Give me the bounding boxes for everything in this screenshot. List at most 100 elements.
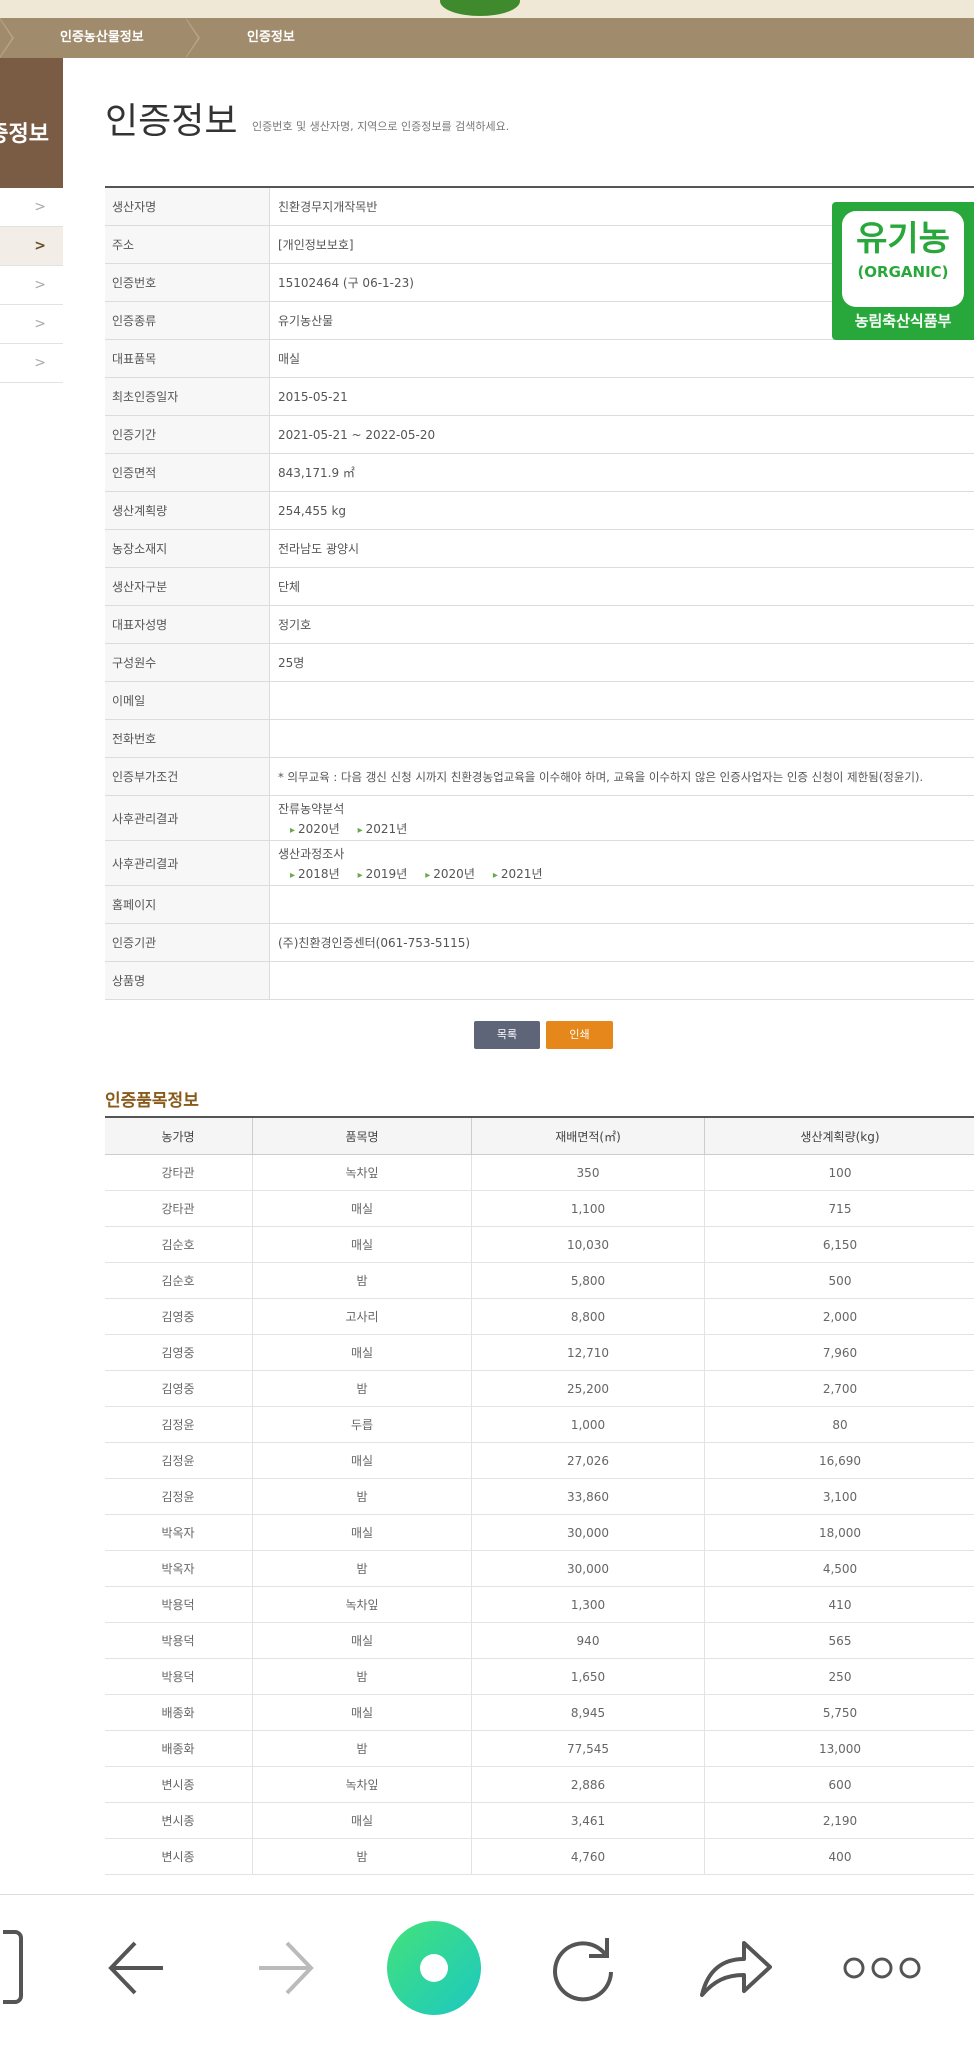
info-value [278,720,974,757]
table-cell: 강타관 [161,1202,195,1216]
table-cell: 매실 [252,1803,471,1838]
table-cell: 100 [704,1155,974,1190]
badge-inner: 유기농 (ORGANIC) [842,211,964,307]
table-cell: 16,690 [704,1443,974,1478]
table-cell: 변시종 [161,1814,195,1828]
table-cell: 김정윤 [161,1490,195,1504]
table-cell: 박용덕 [161,1670,195,1684]
list-button[interactable]: 목록 [474,1021,540,1049]
breadcrumb-item-level1[interactable]: 인증농산물정보 [60,18,144,58]
info-label: 대표자성명 [105,606,270,643]
table-cell: 밤 [252,1659,471,1694]
info-row-email: 이메일 [105,682,974,720]
info-value [278,962,974,999]
year-link[interactable]: 2018년 [290,867,340,881]
info-label: 주소 [105,226,270,263]
table-cell: 3,461 [471,1803,704,1838]
info-label: 이메일 [105,682,270,719]
back-arrow-icon[interactable] [98,1923,174,2013]
table-cell: 강타관 [161,1166,195,1180]
table-cell: 박용덕 [161,1634,195,1648]
share-icon[interactable] [696,1923,776,2013]
year-link[interactable]: 2020년 [425,867,475,881]
table-cell: 33,860 [471,1479,704,1514]
breadcrumb-item-level2[interactable]: 인증정보 [247,18,295,58]
info-value: * 의무교육 : 다음 갱신 신청 시까지 친환경농업교육을 이수해야 하며, … [278,769,924,784]
table-cell: 350 [471,1155,704,1190]
items-section-title: 인증품목정보 [105,1091,199,1111]
reload-icon[interactable] [545,1923,621,2013]
info-value: 843,171.9 ㎡ [278,466,355,480]
forward-arrow-icon[interactable] [248,1923,324,2013]
table-cell: 400 [704,1839,974,1874]
table-cell: 두릅 [252,1407,471,1442]
info-label: 상품명 [105,962,270,999]
table-cell: 30,000 [471,1551,704,1586]
table-cell: 김순호 [161,1238,195,1252]
table-cell: 5,750 [704,1695,974,1730]
table-row: 김정윤 매실 27,026 16,690 [105,1443,974,1479]
table-cell: 박옥자 [161,1562,195,1576]
table-cell: 밤 [252,1551,471,1586]
info-label: 전화번호 [105,720,270,757]
table-cell: 매실 [252,1443,471,1478]
info-value: 정기호 [278,618,312,632]
year-link[interactable]: 2019년 [358,867,408,881]
year-link[interactable]: 2021년 [358,822,408,836]
sidebar-title: 인증정보 [0,58,63,188]
more-icon[interactable] [840,1923,924,2013]
table-row: 박옥자 밤 30,000 4,500 [105,1551,974,1587]
post-management-title: 잔류농약분석 [278,801,345,816]
table-row: 박용덕 밤 1,650 250 [105,1659,974,1695]
info-row-plan: 생산계획량 254,455 kg [105,492,974,530]
organic-cert-badge: 유기농 (ORGANIC) 농림축산식품부 [832,202,974,340]
table-cell: 변시종 [161,1778,195,1792]
year-link[interactable]: 2020년 [290,822,340,836]
table-cell: 13,000 [704,1731,974,1766]
leaf-decoration [440,0,520,16]
table-row: 박옥자 매실 30,000 18,000 [105,1515,974,1551]
table-cell: 매실 [252,1191,471,1226]
breadcrumb: 인증농산물정보 인증정보 [0,18,974,58]
table-cell: 18,000 [704,1515,974,1550]
column-header-area: 재배면적(㎡) [471,1118,704,1154]
table-cell: 2,000 [704,1299,974,1334]
table-row: 배종화 밤 77,545 13,000 [105,1731,974,1767]
table-cell: 715 [704,1191,974,1226]
info-row-product: 상품명 [105,962,974,1000]
info-label: 인증기간 [105,416,270,453]
table-cell: 6,150 [704,1227,974,1262]
sidebar-item[interactable]: > [0,188,63,227]
table-cell: 김영중 [161,1310,195,1324]
sidebar-item[interactable]: > [0,266,63,305]
sidebar-item[interactable]: > [0,344,63,383]
table-row: 김정윤 밤 33,860 3,100 [105,1479,974,1515]
tabs-icon[interactable] [0,1923,30,2013]
table-cell: 2,700 [704,1371,974,1406]
table-cell: 4,760 [471,1839,704,1874]
info-label: 농장소재지 [105,530,270,567]
table-cell: 녹차잎 [252,1587,471,1622]
info-label: 인증종류 [105,302,270,339]
table-cell: 27,026 [471,1443,704,1478]
info-label: 생산자명 [105,188,270,225]
info-value: 단체 [278,580,301,594]
table-cell: 1,300 [471,1587,704,1622]
column-header-farmer: 농가명 [161,1129,195,1144]
info-value [278,682,974,719]
print-button[interactable]: 인쇄 [546,1021,613,1049]
table-cell: 1,000 [471,1407,704,1442]
chevron-right-icon: > [34,355,46,371]
table-cell: 밤 [252,1263,471,1298]
table-cell: 매실 [252,1335,471,1370]
home-icon[interactable] [387,1921,481,2015]
table-row: 박용덕 매실 940 565 [105,1623,974,1659]
table-cell: 940 [471,1623,704,1658]
page-title: 인증정보 [105,101,238,142]
sidebar-item-active[interactable]: > [0,227,63,266]
table-row: 강타관 매실 1,100 715 [105,1191,974,1227]
info-row-farm: 농장소재지 전라남도 광양시 [105,530,974,568]
table-cell: 12,710 [471,1335,704,1370]
year-link[interactable]: 2021년 [493,867,543,881]
sidebar-item[interactable]: > [0,305,63,344]
